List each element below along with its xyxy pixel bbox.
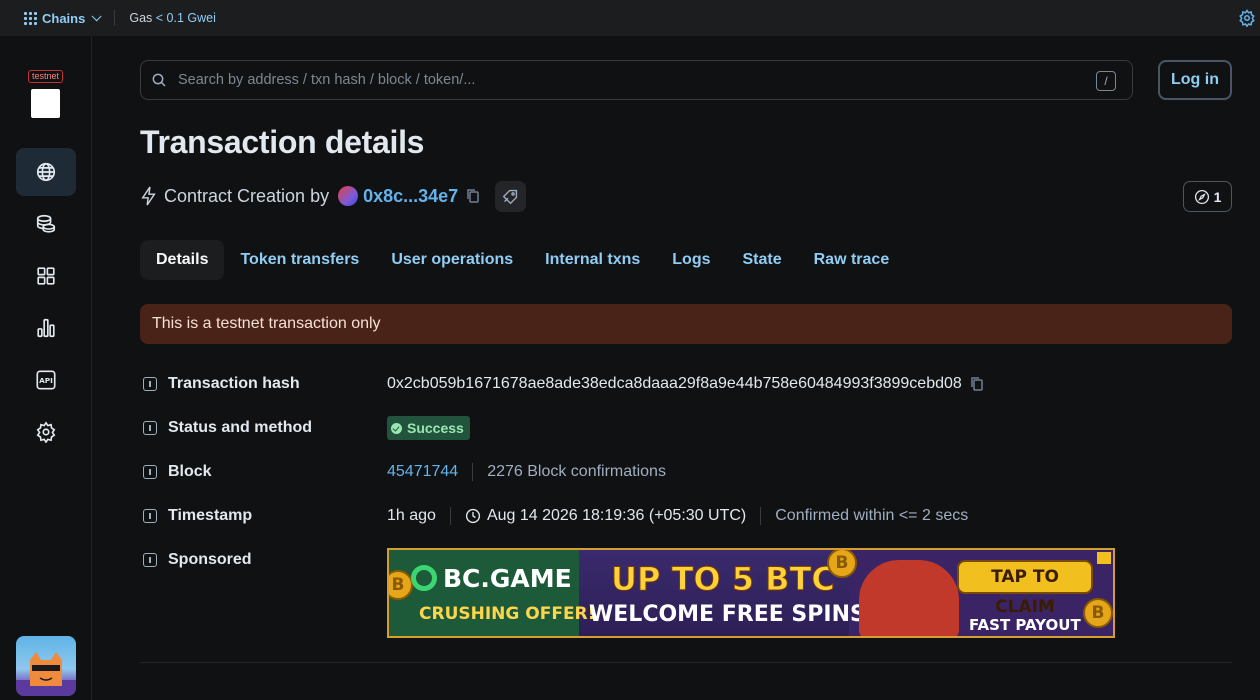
avatar[interactable] [16,636,76,696]
gas-value: < 0.1 Gwei [155,11,216,25]
status-badge: Success [387,416,470,440]
tx-hash-value: 0x2cb059b1671678ae8ade38edca8daaa29f8a9e… [387,375,962,392]
tab-token-transfers[interactable]: Token transfers [224,240,375,280]
nonce-button[interactable]: 1 [1183,181,1232,212]
tx-type-label: Contract Creation by [164,185,330,206]
sidebar-item-apps[interactable] [16,252,76,300]
tx-hash-value-group: 0x2cb059b1671678ae8ade38edca8daaa29f8a9e… [387,375,984,393]
timestamp-value: Aug 14 2026 18:19:36 (+05:30 UTC) [486,507,747,524]
sponsored-label: Sponsored [168,551,252,568]
search-input[interactable]: Search by address / txn hash / block / t… [140,60,1133,100]
ad-footer: FAST PAYOUT [969,616,1081,634]
tab-details[interactable]: Details [140,240,225,280]
ad-mascot-image [859,560,959,636]
info-icon[interactable] [143,553,157,567]
info-icon[interactable] [143,509,157,523]
info-icon[interactable] [143,465,157,479]
gas-price[interactable]: Gas < 0.1 Gwei [129,11,216,25]
block-value-group: 45471744 2276 Block confirmations [387,463,666,481]
globe-icon [36,162,56,182]
grid-icon [24,11,37,25]
tx-subheader: Contract Creation by 0x8c...34e7 [140,180,527,212]
topbar-divider [114,10,116,26]
sidebar-item-api[interactable]: API [16,356,76,404]
search-icon [152,73,166,87]
ad-subline: WELCOME FREE SPINS [589,602,866,627]
ad-close-icon[interactable] [1097,552,1111,564]
copy-icon[interactable] [970,376,984,392]
ad-brand: BC.GAME [411,564,572,593]
status-value-group: Success [387,416,470,440]
gear-icon[interactable] [1238,9,1256,27]
status-text: Success [407,420,464,436]
tab-state[interactable]: State [727,240,798,280]
lightning-icon [141,186,156,206]
network-logo[interactable] [31,89,60,118]
block-row: Block 45471744 2276 Block confirmations [140,460,1232,484]
block-number-link[interactable]: 45471744 [387,463,458,481]
bc-logo-icon [411,565,437,591]
timestamp-row: Timestamp 1h ago Aug 14 2026 18:19:36 (+… [140,504,1232,528]
sidebar: testnet API [0,36,92,700]
page-title: Transaction details [140,124,425,160]
tab-list: Details Token transfers User operations … [140,240,905,280]
status-label: Status and method [168,419,313,436]
apps-grid-icon [37,267,55,285]
status-row: Status and method Success [140,416,1232,440]
top-bar: Chains Gas < 0.1 Gwei [0,0,1260,36]
block-confirmations: 2276 Block confirmations [487,463,666,480]
address-identicon [338,186,359,206]
chevron-down-icon [92,10,102,21]
testnet-alert: This is a testnet transaction only [140,304,1232,344]
clock-icon [465,508,481,524]
login-button[interactable]: Log in [1158,60,1232,100]
sponsored-banner[interactable]: B BC.GAME CRUSHING OFFER! UP TO 5 BTC WE… [387,548,1115,638]
gas-label: Gas [129,11,153,25]
tag-icon [502,189,518,204]
chains-label: Chains [42,10,86,26]
cat-avatar-image [16,652,76,696]
search-placeholder: Search by address / txn hash / block / t… [178,72,476,88]
ad-tagline: CRUSHING OFFER! [419,604,596,624]
sidebar-item-charts[interactable] [16,304,76,352]
testnet-badge: testnet [28,70,64,83]
check-circle-icon [391,422,402,434]
creator-address-link[interactable]: 0x8c...34e7 [363,186,458,207]
separator [472,463,474,481]
tab-raw-trace[interactable]: Raw trace [798,240,906,280]
sidebar-item-tokens[interactable] [16,200,76,248]
gear-icon [36,421,56,443]
info-icon[interactable] [143,421,157,435]
chains-menu-button[interactable]: Chains [24,10,102,26]
coin-icon: B [1083,598,1113,628]
sidebar-item-settings[interactable] [16,408,76,456]
separator [449,507,451,525]
tx-hash-row: Transaction hash 0x2cb059b1671678ae8ade3… [140,372,1232,396]
api-icon-text: API [39,376,53,385]
nonce-value: 1 [1213,188,1222,205]
bar-chart-icon [37,318,55,338]
timestamp-ago: 1h ago [387,507,436,524]
separator [760,507,762,525]
coins-icon [36,214,56,233]
sidebar-item-blockchain[interactable] [16,148,76,196]
ad-cta-button[interactable]: TAP TO CLAIM [957,560,1093,617]
copy-icon[interactable] [466,188,480,204]
search-shortcut-key: / [1096,71,1116,91]
section-divider [140,662,1232,663]
tab-user-operations[interactable]: User operations [375,240,529,280]
tab-logs[interactable]: Logs [656,240,726,280]
block-label: Block [168,463,212,480]
coin-icon: B [827,550,857,578]
confirmation-time: Confirmed within <= 2 secs [775,507,969,524]
info-icon[interactable] [143,377,157,391]
compass-icon [1194,189,1209,204]
add-tag-button[interactable] [495,180,527,212]
timestamp-value-group: 1h ago Aug 14 2026 18:19:36 (+05:30 UTC)… [387,507,968,525]
tx-hash-label: Transaction hash [168,375,300,392]
timestamp-label: Timestamp [168,507,253,524]
ad-headline: UP TO 5 BTC [611,560,836,599]
tab-internal-txns[interactable]: Internal txns [529,240,656,280]
api-icon: API [36,370,56,390]
